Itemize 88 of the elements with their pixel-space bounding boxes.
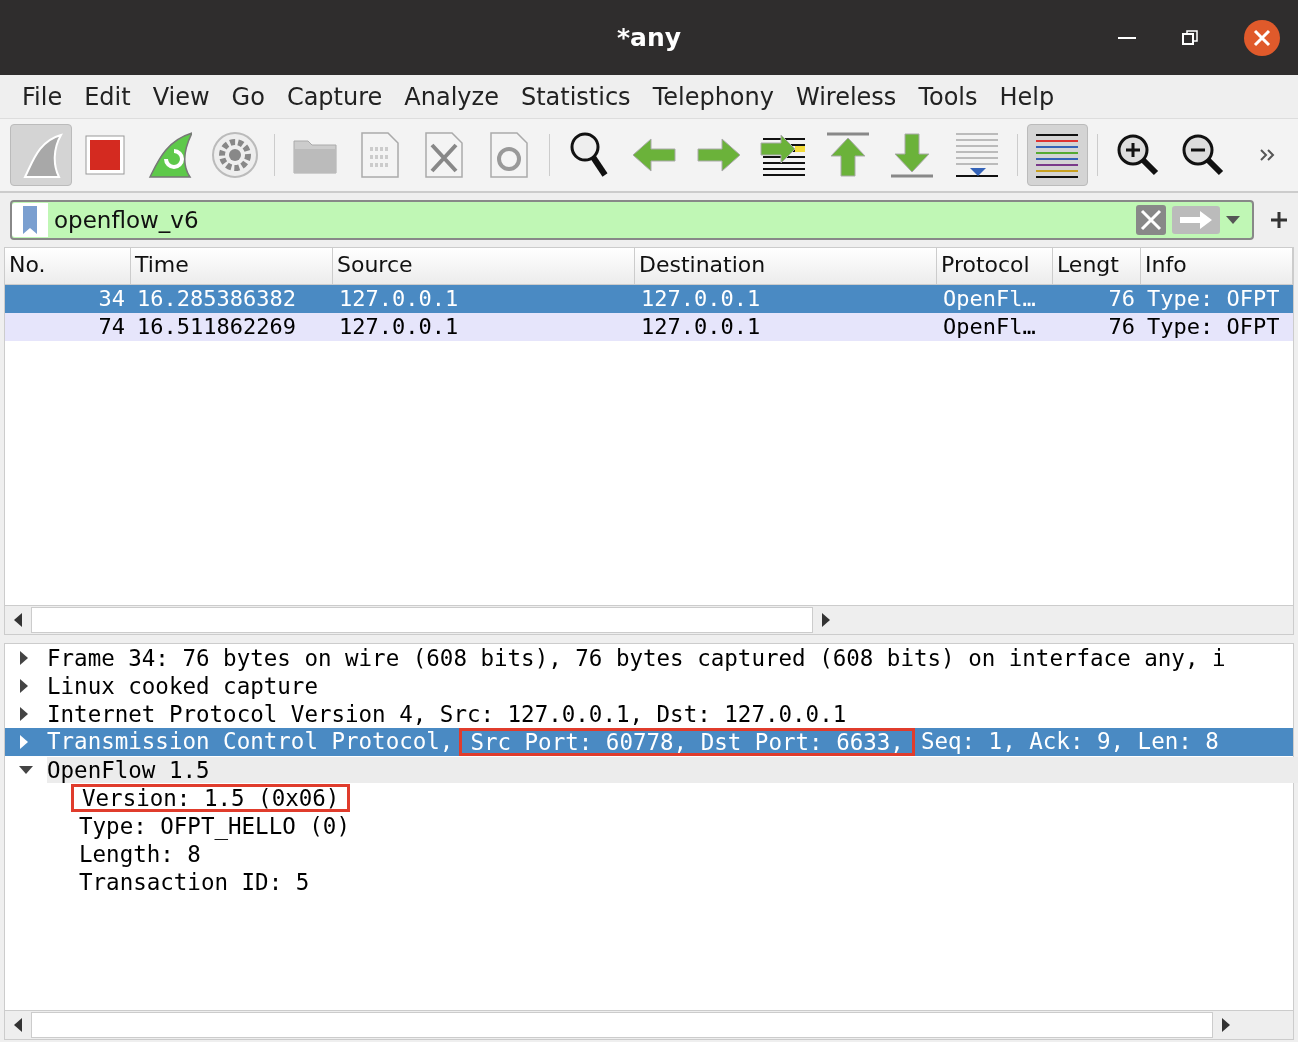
- close-icon[interactable]: [1244, 20, 1280, 56]
- menu-item[interactable]: Tools: [910, 82, 992, 111]
- document-icon: [488, 131, 529, 179]
- tree-text: Transmission Control Protocol,: [47, 728, 454, 756]
- up-arrow-icon: [824, 132, 871, 178]
- menu-item[interactable]: Wireless: [787, 82, 911, 111]
- column-header[interactable]: Protocol: [937, 248, 1053, 284]
- minimize-icon[interactable]: [1118, 36, 1136, 40]
- table-cell-text: Type: OFPT: [1146, 313, 1281, 341]
- add-icon[interactable]: [1270, 211, 1288, 229]
- scroll-left-icon[interactable]: [13, 613, 23, 627]
- menu-item[interactable]: Go: [223, 82, 279, 111]
- table-cell-text: 76: [1107, 313, 1136, 341]
- tree-text: OpenFlow 1.5: [47, 757, 210, 783]
- table-cell-text: 76: [1107, 285, 1136, 313]
- column-header[interactable]: No.: [5, 248, 131, 284]
- tree-row[interactable]: Linux cooked capture: [5, 672, 1293, 700]
- display-filter-field[interactable]: openflow_v6: [54, 207, 1130, 233]
- menu-item[interactable]: Edit: [76, 82, 145, 111]
- menu-item[interactable]: Analyze: [396, 82, 513, 111]
- zoom-in-icon: [1116, 133, 1161, 177]
- tree-text: Type: OFPT_HELLO (0): [79, 813, 350, 839]
- packet-row[interactable]: 74 16.511862269 127.0.0.1 127.0.0.1 OpenFl… 76 Type: OFPT: [5, 313, 1293, 341]
- more-icon: [1259, 148, 1276, 162]
- column-header[interactable]: Lengt: [1053, 248, 1141, 284]
- tree-text: Src Port: 60778, Dst Port: 6633,: [459, 728, 915, 756]
- tree-text: Length: 8: [79, 841, 201, 867]
- tree-text: Transaction ID: 5: [79, 869, 310, 895]
- table-cell-text: 16.511862269: [136, 313, 297, 341]
- document-icon: [424, 131, 465, 179]
- tree-text: Frame 34: 76 bytes on wire (608 bits), 76 bytes captured (608 bits) on interface any, i: [47, 645, 1226, 671]
- menu-item[interactable]: Telephony: [644, 82, 788, 111]
- restore-icon[interactable]: [1182, 30, 1198, 46]
- filter-bar[interactable]: openflow_v6: [10, 200, 1254, 240]
- dropdown-caret-icon[interactable]: [1226, 216, 1240, 224]
- table-cell-text: 127.0.0.1: [338, 313, 460, 341]
- restart-icon: [147, 131, 192, 179]
- tree-row[interactable]: Transmission Control Protocol, Src Port: 60778, Dst Port: 6633, Seq: 1, Ack: 9, Len: 8: [5, 728, 1293, 756]
- gear-icon: [210, 131, 259, 179]
- menu-item[interactable]: View: [144, 82, 224, 111]
- window-title: *any: [616, 23, 681, 52]
- packet-row[interactable]: 34 16.285386382 127.0.0.1 127.0.0.1 OpenFl… 76 Type: OFPT: [5, 285, 1293, 313]
- clear-icon[interactable]: [1136, 205, 1166, 235]
- scroll-right-icon[interactable]: [821, 613, 831, 627]
- menu-item[interactable]: Capture: [278, 82, 397, 111]
- collapsed-arrow-icon[interactable]: [19, 679, 29, 693]
- collapsed-arrow-icon[interactable]: [19, 707, 29, 721]
- column-header[interactable]: Destination: [635, 248, 937, 284]
- zoom-out-icon: [1180, 133, 1225, 177]
- column-header[interactable]: Time: [131, 248, 333, 284]
- bookmark-icon[interactable]: [12, 203, 48, 237]
- tree-text: Linux cooked capture: [47, 673, 318, 699]
- table-cell-text: 127.0.0.1: [640, 285, 762, 313]
- scrollbar-thumb[interactable]: [31, 1012, 1213, 1038]
- toolbar-button[interactable]: [1026, 124, 1089, 186]
- horizontal-scrollbar[interactable]: [5, 1010, 1293, 1039]
- menu-item[interactable]: Statistics: [512, 82, 645, 111]
- tree-row[interactable]: Frame 34: 76 bytes on wire (608 bits), 76 bytes captured (608 bits) on interface any, i: [5, 644, 1293, 672]
- table-cell-text: 127.0.0.1: [640, 313, 762, 341]
- collapsed-arrow-icon[interactable]: [19, 651, 29, 665]
- table-cell-text: 16.285386382: [136, 285, 297, 313]
- tree-text: Version: 1.5 (0x06): [71, 784, 351, 812]
- column-header[interactable]: Info: [1141, 248, 1293, 284]
- tree-text: Seq: 1, Ack: 9, Len: 8: [920, 728, 1219, 756]
- table-cell-text: OpenFl…: [942, 313, 1037, 341]
- colored-lines-icon: [1034, 132, 1081, 178]
- horizontal-scrollbar[interactable]: [5, 605, 1293, 634]
- scrollbar-thumb[interactable]: [31, 607, 813, 633]
- table-cell-text: 34: [97, 285, 126, 313]
- tree-text: Internet Protocol Version 4, Src: 127.0.0.1, Dst: 127.0.0.1: [47, 701, 847, 727]
- expanded-arrow-icon[interactable]: [19, 765, 33, 775]
- table-cell-text: 74: [97, 313, 126, 341]
- left-arrow-icon: [631, 137, 677, 173]
- scroll-right-icon[interactable]: [1221, 1018, 1231, 1032]
- column-header[interactable]: Source: [333, 248, 635, 284]
- menu-item[interactable]: File: [14, 82, 77, 111]
- scroll-left-icon[interactable]: [13, 1018, 23, 1032]
- document-icon: [359, 131, 400, 179]
- table-cell-text: OpenFl…: [942, 285, 1037, 313]
- right-arrow-icon: [695, 137, 742, 173]
- menu-item[interactable]: Help: [991, 82, 1069, 111]
- tree-row[interactable]: Internet Protocol Version 4, Src: 127.0.0.1, Dst: 127.0.0.1: [5, 700, 1293, 728]
- down-arrow-icon: [889, 132, 936, 178]
- stop-icon: [84, 134, 127, 176]
- autoscroll-icon: [953, 132, 1000, 178]
- search-icon: [569, 131, 610, 179]
- table-cell-text: 127.0.0.1: [338, 285, 460, 313]
- table-cell-text: Type: OFPT: [1146, 285, 1281, 313]
